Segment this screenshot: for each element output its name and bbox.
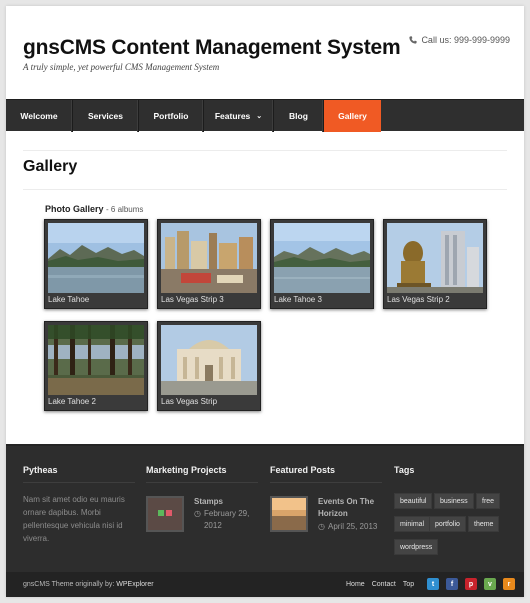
album-thumbnail	[274, 223, 370, 293]
album-card[interactable]: Lake Tahoe	[44, 219, 148, 309]
tag-link[interactable]: portfolio	[429, 516, 466, 532]
nav-item-label: Blog	[289, 111, 308, 121]
album-caption: Lake Tahoe 3	[274, 295, 322, 304]
nav-item-label: Gallery	[338, 111, 367, 121]
post-title[interactable]: Events On The Horizon	[318, 496, 388, 520]
divider	[146, 482, 258, 483]
rss-icon[interactable]: r	[503, 578, 515, 590]
album-caption: Lake Tahoe	[48, 295, 90, 304]
call-us: Call us: 999-999-9999	[409, 35, 510, 45]
nav-item-blog[interactable]: Blog	[274, 100, 324, 132]
lake-photo	[48, 223, 144, 293]
album-caption: Las Vegas Strip	[161, 397, 218, 406]
footer-heading: Featured Posts	[270, 465, 336, 475]
album-card[interactable]: Lake Tahoe 3	[270, 219, 374, 309]
facebook-icon[interactable]: f	[446, 578, 458, 590]
nav-item-label: Welcome	[20, 111, 58, 121]
statue-photo	[387, 223, 483, 293]
nav-item-portfolio[interactable]: Portfolio	[139, 100, 204, 132]
lake-photo	[274, 223, 370, 293]
credits: gnsCMS Theme originally by: WPExplorer	[23, 581, 154, 588]
footer-about-text: Nam sit amet odio eu mauris ornare dapib…	[23, 495, 125, 543]
tag-link[interactable]: business	[434, 493, 474, 509]
album-card[interactable]: Lake Tahoe 2	[44, 321, 148, 411]
main-nav: Welcome Services Portfolio Features ⌄ Blo…	[6, 99, 524, 132]
project-thumbnail[interactable]	[146, 496, 184, 532]
pinterest-icon[interactable]: p	[465, 578, 477, 590]
nav-item-gallery[interactable]: Gallery	[324, 100, 381, 132]
call-us-text: Call us: 999-999-9999	[421, 35, 510, 45]
tag-link[interactable]: theme	[468, 516, 500, 532]
nav-item-welcome[interactable]: Welcome	[6, 100, 73, 132]
vimeo-icon[interactable]: v	[484, 578, 496, 590]
gallery-label: Photo Gallery	[45, 204, 104, 214]
site-footer: Pytheas Nam sit amet odio eu mauris orna…	[6, 444, 524, 572]
sunset-image	[272, 498, 306, 530]
album-caption: Las Vegas Strip 3	[161, 295, 224, 304]
nav-item-label: Services	[88, 111, 123, 121]
stamps-image	[148, 498, 182, 530]
site-title[interactable]: gnsCMS Content Management System	[23, 36, 401, 60]
clock-icon: ◷	[318, 522, 325, 531]
album-card[interactable]: Las Vegas Strip 2	[383, 219, 487, 309]
chevron-down-icon: ⌄	[256, 113, 263, 120]
album-card[interactable]: Las Vegas Strip 3	[157, 219, 261, 309]
clock-icon: ◷	[194, 509, 201, 518]
divider	[23, 150, 507, 151]
nav-item-label: Portfolio	[153, 111, 189, 121]
link-home[interactable]: Home	[346, 581, 365, 588]
nav-item-services[interactable]: Services	[73, 100, 139, 132]
building-photo	[161, 325, 257, 395]
gallery-count: - 6 albums	[106, 205, 144, 214]
album-thumbnail	[161, 325, 257, 395]
tag-link[interactable]: minimal	[394, 516, 431, 532]
album-thumbnail	[387, 223, 483, 293]
credits-link[interactable]: WPExplorer	[116, 581, 153, 588]
album-caption: Las Vegas Strip 2	[387, 295, 450, 304]
gallery-heading: Photo Gallery - 6 albums	[45, 204, 143, 214]
divider	[23, 482, 135, 483]
album-thumbnail	[48, 223, 144, 293]
divider	[23, 189, 507, 190]
bottom-bar: gnsCMS Theme originally by: WPExplorer H…	[6, 572, 524, 597]
project-title[interactable]: Stamps	[194, 496, 264, 508]
nav-item-label: Features	[214, 111, 251, 121]
post-date-text: April 25, 2013	[327, 522, 378, 531]
tag-link[interactable]: beautiful	[394, 493, 433, 509]
footer-heading: Marketing Projects	[146, 465, 227, 475]
album-caption: Lake Tahoe 2	[48, 397, 96, 406]
site-header: gnsCMS Content Management System A truly…	[6, 6, 524, 99]
main-content: Gallery Photo Gallery - 6 albums Lake Ta…	[6, 131, 524, 444]
bottom-links: Home Contact Top	[346, 581, 414, 588]
page: gnsCMS Content Management System A truly…	[6, 6, 524, 597]
tag-link[interactable]: wordpress	[394, 539, 439, 555]
album-thumbnail	[48, 325, 144, 395]
album-card[interactable]: Las Vegas Strip	[157, 321, 261, 411]
tag-link[interactable]: free	[476, 493, 501, 509]
forest-photo	[48, 325, 144, 395]
post-date: ◷ April 25, 2013	[318, 521, 377, 533]
album-thumbnail	[161, 223, 257, 293]
page-title: Gallery	[23, 158, 78, 175]
footer-heading: Pytheas	[23, 465, 58, 475]
divider	[270, 482, 382, 483]
post-thumbnail[interactable]	[270, 496, 308, 532]
phone-icon	[409, 36, 418, 44]
twitter-icon[interactable]: t	[427, 578, 439, 590]
credits-text: gnsCMS Theme originally by:	[23, 581, 115, 588]
nav-item-features[interactable]: Features ⌄	[204, 100, 274, 132]
link-top[interactable]: Top	[403, 581, 414, 588]
site-tagline: A truly simple, yet powerful CMS Managem…	[23, 62, 220, 72]
footer-heading: Tags	[394, 465, 415, 475]
link-contact[interactable]: Contact	[372, 581, 396, 588]
project-date: ◷ February 29, 2012	[194, 508, 264, 532]
project-date-text: February 29, 2012	[203, 509, 250, 530]
city-photo	[161, 223, 257, 293]
